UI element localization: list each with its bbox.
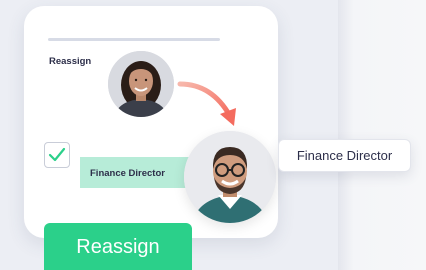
assign-checkbox[interactable] bbox=[44, 142, 70, 168]
role-label: Finance Director bbox=[90, 168, 165, 179]
reassign-label: Reassign bbox=[49, 56, 92, 67]
role-tooltip: Finance Director bbox=[278, 139, 411, 172]
new-assignee-avatar bbox=[184, 131, 276, 223]
background-panel bbox=[338, 0, 426, 270]
arrow-icon bbox=[177, 81, 236, 126]
check-icon bbox=[48, 147, 66, 162]
card-divider bbox=[48, 38, 220, 41]
current-assignee-avatar bbox=[108, 51, 174, 117]
reassign-button[interactable]: Reassign bbox=[44, 223, 192, 270]
